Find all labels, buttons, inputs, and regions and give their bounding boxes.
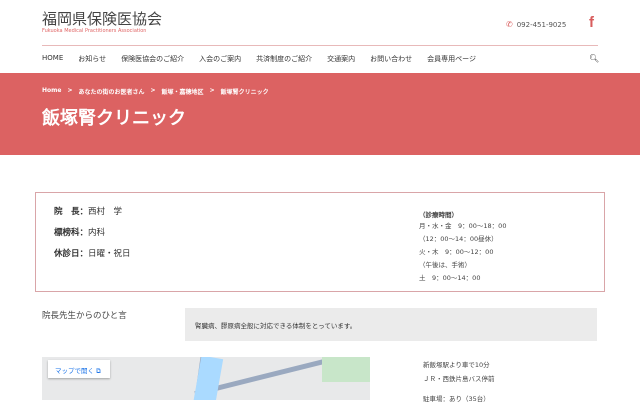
- header-divider: [42, 45, 598, 46]
- chevron-right-icon: >: [67, 87, 73, 94]
- map-embed[interactable]: マップで開く ⧉: [42, 357, 370, 400]
- access-line: 新飯塚駅より車で10分: [423, 361, 490, 369]
- director-label: 院 長：: [54, 207, 89, 217]
- nav-home[interactable]: HOME: [42, 54, 63, 64]
- breadcrumb-home[interactable]: Home: [42, 87, 61, 96]
- closed-value: 日曜・祝日: [88, 249, 131, 259]
- breadcrumb-doctors[interactable]: あなたの街のお医者さん: [79, 87, 145, 96]
- site-logo-title[interactable]: 福岡県保険医協会: [42, 8, 162, 29]
- chevron-right-icon: >: [150, 87, 156, 94]
- main-nav: HOME お知らせ 保険医協会のご紹介 入会のご案内 共済制度のご紹介 交通案内…: [42, 54, 491, 64]
- open-map-button[interactable]: マップで開く ⧉: [48, 360, 110, 378]
- phone-text: 092-451-9025: [516, 20, 567, 29]
- specialty-value: 内科: [88, 228, 106, 238]
- nav-mutual-aid[interactable]: 共済制度のご紹介: [256, 54, 312, 64]
- access-line: ＪＲ・西鉄片島バス停前: [423, 375, 495, 383]
- parking-line: 駐車場：あり（35台）: [423, 395, 490, 403]
- nav-access[interactable]: 交通案内: [327, 54, 355, 64]
- chevron-right-icon: >: [209, 87, 215, 94]
- phone-number[interactable]: ✆ 092-451-9025: [506, 20, 566, 29]
- nav-members[interactable]: 会員専用ページ: [427, 54, 476, 64]
- breadcrumb-current: 飯塚腎クリニック: [220, 89, 269, 96]
- facebook-icon[interactable]: f: [589, 14, 594, 31]
- breadcrumb-area[interactable]: 飯塚・嘉穂地区: [162, 87, 204, 96]
- nav-about[interactable]: 保険医協会のご紹介: [121, 54, 184, 64]
- hours-heading: （診療時間）: [419, 211, 458, 219]
- nav-contact[interactable]: お問い合わせ: [370, 54, 412, 64]
- message-box: 腎臓病、膠原病全般に対応できる体制をとっています。: [185, 308, 597, 341]
- director-value: 西村 学: [88, 207, 123, 217]
- hours-line: （12：00〜14：00昼休）: [419, 235, 498, 243]
- message-label: 院長先生からのひと言: [42, 311, 127, 321]
- search-icon[interactable]: 🔍︎: [589, 54, 599, 63]
- page-title: 飯塚腎クリニック: [42, 108, 186, 129]
- closed-label: 休診日：: [54, 249, 89, 259]
- hours-line: 火・木 9：00〜12：00: [419, 248, 494, 256]
- clinic-info-box: 院 長：西村 学 標榜科：内科 休診日：日曜・祝日 （診療時間） 月・水・金 9…: [35, 192, 605, 292]
- site-logo-subtitle: Fukuoka Medical Practitioners Associatio…: [42, 28, 147, 34]
- hours-line: 土 9：00〜14：00: [419, 274, 481, 282]
- specialty-label: 標榜科：: [54, 228, 89, 238]
- hours-line: （午後は、手術）: [419, 261, 471, 269]
- nav-join[interactable]: 入会のご案内: [199, 54, 241, 64]
- phone-icon: ✆: [506, 20, 513, 29]
- hours-line: 月・水・金 9：00〜18：00: [419, 222, 507, 230]
- nav-news[interactable]: お知らせ: [78, 54, 106, 64]
- breadcrumb: Home > あなたの街のお医者さん > 飯塚・嘉穂地区 > 飯塚腎クリニック: [42, 87, 269, 96]
